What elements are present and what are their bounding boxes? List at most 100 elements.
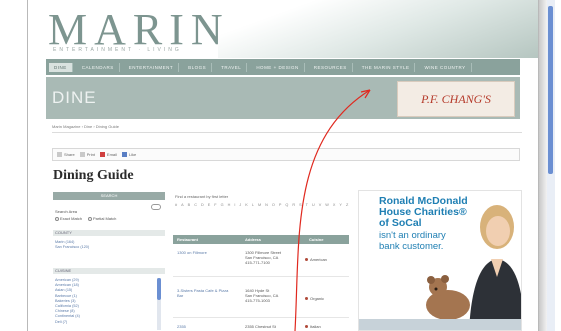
- bullet-icon: [305, 297, 308, 301]
- pf-changs-ad[interactable]: P.F. CHANG'S: [397, 81, 515, 117]
- alpha-letter-link[interactable]: E: [208, 203, 211, 207]
- cuisine-item[interactable]: Deli (7): [55, 320, 80, 325]
- alpha-letter-link[interactable]: P: [279, 203, 282, 207]
- web-page: M A R I N ENTERTAINMENT · LIVING DINE CALEND…: [27, 0, 539, 331]
- nav-item-wine-country[interactable]: WINE COUNTRY: [419, 62, 472, 72]
- ad-banner-text: P.F. CHANG'S: [421, 91, 491, 106]
- teddy-bear-image: [426, 275, 470, 320]
- search-header: SEARCH: [53, 192, 165, 200]
- alpha-letter-link[interactable]: B: [188, 203, 191, 207]
- table-row: 1300 on Fillmore 1300 Fillmore Street Sa…: [173, 247, 349, 277]
- column-header-restaurant[interactable]: Restaurant: [177, 237, 198, 242]
- nav-item-home-design[interactable]: HOME + DESIGN: [251, 62, 305, 72]
- ronald-mcdonald-ad[interactable]: Ronald McDonald House Charities® of SoCa…: [358, 190, 522, 331]
- cuisine-item[interactable]: Continental (4): [55, 314, 80, 319]
- alpha-letter-link[interactable]: Y: [339, 203, 342, 207]
- nav-item-blogs[interactable]: BLOGS: [183, 62, 213, 72]
- address-line: 415-771-7100: [245, 260, 270, 265]
- alpha-letter-link[interactable]: N: [265, 203, 268, 207]
- nav-item-resources[interactable]: RESOURCES: [309, 62, 353, 72]
- alpha-letter-link[interactable]: I: [234, 203, 235, 207]
- restaurant-link[interactable]: 1300 on Fillmore: [177, 250, 207, 255]
- match-options: Exact Match Partial Match: [55, 216, 116, 221]
- alpha-letter-link[interactable]: U: [312, 203, 315, 207]
- alpha-letter-link[interactable]: D: [201, 203, 204, 207]
- site-tagline: ENTERTAINMENT · LIVING: [53, 47, 182, 53]
- restaurant-cuisine: Organic: [305, 296, 324, 301]
- ad-footer-strip: [359, 319, 521, 330]
- alpha-letter-link[interactable]: F: [214, 203, 216, 207]
- alpha-letter-link[interactable]: G: [221, 203, 224, 207]
- like-label: Like: [128, 152, 137, 157]
- alpha-letter-link[interactable]: H: [228, 203, 231, 207]
- cuisine-scroll-thumb[interactable]: [157, 278, 161, 300]
- nav-item-entertainment[interactable]: ENTERTAINMENT: [124, 62, 180, 72]
- page-shadow: [539, 0, 547, 331]
- print-button[interactable]: Print: [79, 152, 95, 157]
- nav-item-dine[interactable]: DINE: [49, 62, 73, 72]
- address-line: 415-775-1003: [245, 298, 270, 303]
- restaurant-cuisine: American: [305, 257, 327, 262]
- ad-headline: Ronald McDonald House Charities® of SoCa…: [379, 195, 468, 229]
- alpha-letter-link[interactable]: C: [194, 203, 197, 207]
- alpha-letter-link[interactable]: M: [258, 203, 261, 207]
- email-button[interactable]: Email: [99, 152, 117, 157]
- table-row: 3-Sisters Pasta Cafe & Pizza Bar 1640 Hy…: [173, 280, 349, 318]
- window-scroll-thumb[interactable]: [548, 6, 553, 174]
- search-go-button[interactable]: [151, 204, 161, 210]
- alpha-letter-link[interactable]: A: [181, 203, 184, 207]
- county-item[interactable]: San Francisco (120): [55, 245, 89, 250]
- radio-exact-label: Exact Match: [60, 216, 83, 221]
- dining-results: Find a restaurant by first letter # A B C D E…: [171, 192, 351, 331]
- share-button[interactable]: Share: [57, 152, 75, 157]
- alpha-letter-link[interactable]: S: [299, 203, 302, 207]
- share-label: Share: [64, 152, 75, 157]
- radio-exact[interactable]: Exact Match: [55, 216, 82, 221]
- radio-partial-label: Partial Match: [93, 216, 117, 221]
- alpha-letter-link[interactable]: V: [319, 203, 322, 207]
- alpha-letter-link[interactable]: Q: [285, 203, 288, 207]
- bullet-icon: [305, 258, 308, 262]
- county-header: COUNTY: [53, 230, 165, 236]
- section-title: DINE: [52, 88, 97, 107]
- print-icon: [79, 152, 85, 157]
- share-icon: [57, 152, 62, 157]
- alpha-letter-link[interactable]: K: [245, 203, 248, 207]
- restaurant-address: 1300 Fillmore Street San Francisco, CA 4…: [245, 250, 281, 265]
- like-icon: [121, 152, 127, 157]
- cuisine-header: CUISINE: [53, 268, 165, 274]
- column-header-address[interactable]: Address: [245, 237, 261, 242]
- cuisine-label: American: [310, 257, 327, 262]
- alpha-letter-link[interactable]: W: [325, 203, 329, 207]
- alpha-letter-link[interactable]: R: [292, 203, 295, 207]
- email-icon: [99, 152, 105, 157]
- column-header-cuisine[interactable]: Cuisine: [309, 237, 323, 242]
- page-title: Dining Guide: [53, 168, 134, 183]
- restaurant-link[interactable]: 3-Sisters Pasta Cafe & Pizza Bar: [177, 288, 235, 298]
- alpha-letter-link[interactable]: O: [272, 203, 275, 207]
- cuisine-label: Organic: [310, 296, 325, 301]
- cuisine-label: Italian: [310, 324, 321, 329]
- breadcrumb[interactable]: Marin Magazine › Dine › Dining Guide: [52, 124, 119, 129]
- alpha-letter-link[interactable]: Z: [346, 203, 348, 207]
- alpha-letter-link[interactable]: #: [175, 203, 177, 207]
- alpha-filter: # A B C D E F G H I J K L M N O P Q R S T U V W X Y Z: [175, 203, 348, 207]
- restaurant-link[interactable]: 2355: [177, 324, 186, 329]
- like-button[interactable]: Like: [121, 152, 137, 157]
- alpha-letter-link[interactable]: J: [239, 203, 241, 207]
- restaurant-address: 1640 Hyde St San Francisco, CA 415-775-1…: [245, 288, 278, 303]
- share-toolbar: Share Print Email Like: [52, 148, 520, 161]
- divider: [52, 132, 522, 133]
- bullet-icon: [305, 325, 308, 329]
- restaurant-cuisine: Italian: [305, 324, 321, 329]
- nav-item-calendars[interactable]: CALENDARS: [77, 62, 120, 72]
- ad-subtext: isn't an ordinary bank customer.: [379, 230, 446, 252]
- alpha-letter-link[interactable]: L: [252, 203, 254, 207]
- alpha-letter-link[interactable]: X: [333, 203, 336, 207]
- radio-partial[interactable]: Partial Match: [88, 216, 116, 221]
- nav-item-travel[interactable]: TRAVEL: [216, 62, 248, 72]
- nav-item-marin-style[interactable]: THE MARIN STYLE: [357, 62, 416, 72]
- alpha-letter-link[interactable]: T: [306, 203, 308, 207]
- county-list: Marin (164) San Francisco (120): [55, 240, 89, 250]
- main-nav: DINE CALENDARS ENTERTAINMENT BLOGS TRAVE…: [46, 59, 520, 75]
